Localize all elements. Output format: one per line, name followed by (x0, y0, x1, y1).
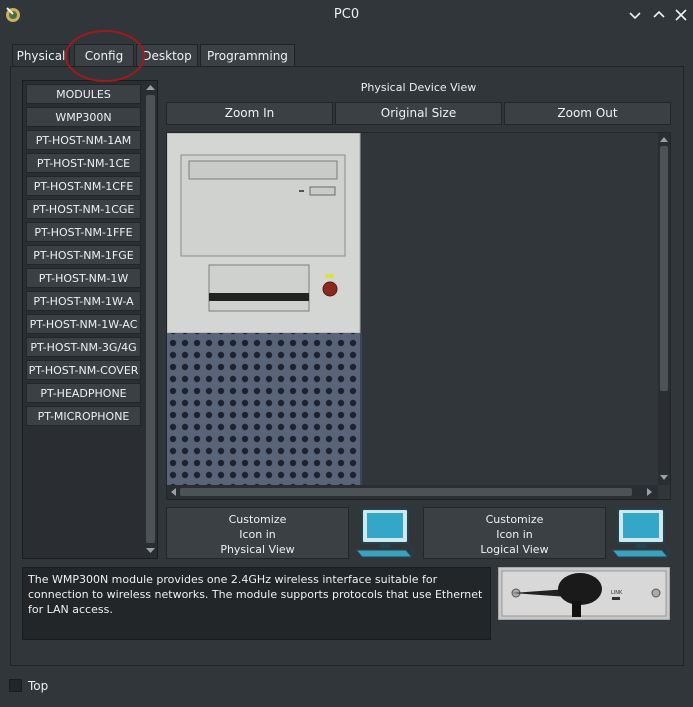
module-item[interactable]: MODULES (26, 84, 141, 104)
viewport-vscroll-thumb[interactable] (660, 146, 668, 391)
button-label-line: Customize (485, 513, 544, 526)
top-checkbox-label: Top (28, 679, 49, 693)
module-item[interactable]: PT-HOST-NM-1AM (26, 130, 141, 150)
module-list-scroll-thumb[interactable] (146, 95, 155, 543)
scroll-right-arrow-icon[interactable] (647, 488, 653, 496)
zoom-out-button[interactable]: Zoom Out (504, 102, 671, 125)
zoom-in-button[interactable]: Zoom In (166, 102, 333, 125)
pc-tower-image (167, 133, 362, 499)
module-item[interactable]: PT-MICROPHONE (26, 406, 141, 426)
module-item[interactable]: PT-HOST-NM-1CE (26, 153, 141, 173)
chevron-up-icon[interactable] (650, 6, 668, 24)
scroll-down-arrow-icon[interactable] (660, 475, 668, 481)
close-icon[interactable] (672, 6, 690, 24)
module-item[interactable]: PT-HOST-NM-1FGE (26, 245, 141, 265)
module-list-scrollbar[interactable] (144, 81, 157, 558)
module-item[interactable]: PT-HOST-NM-3G/4G (26, 337, 141, 357)
module-list: MODULES WMP300N PT-HOST-NM-1AM PT-HOST-N… (22, 80, 158, 559)
link-port-label: LINK (611, 590, 623, 596)
tab-programming[interactable]: Programming (200, 44, 295, 67)
tab-physical[interactable]: Physical (12, 44, 70, 68)
module-item[interactable]: PT-HOST-NM-1CGE (26, 199, 141, 219)
viewport-horizontal-scrollbar[interactable] (167, 485, 658, 499)
module-description: The WMP300N module provides one 2.4GHz w… (22, 567, 491, 640)
module-item[interactable]: PT-HEADPHONE (26, 383, 141, 403)
button-label-line: Icon in (239, 528, 276, 541)
chevron-down-icon[interactable] (626, 6, 644, 24)
pc-monitor-icon (610, 508, 670, 558)
physical-device-view-title: Physical Device View (360, 81, 477, 94)
button-label-line: Customize (228, 513, 287, 526)
module-item[interactable]: WMP300N (26, 107, 141, 127)
button-label-line: Icon in (496, 528, 533, 541)
scroll-left-arrow-icon[interactable] (170, 488, 176, 496)
device-viewport[interactable] (166, 132, 671, 500)
button-label-line: Physical View (220, 543, 295, 556)
scroll-down-arrow-icon[interactable] (146, 547, 155, 554)
module-item[interactable]: PT-HOST-NM-1FFE (26, 222, 141, 242)
button-label-line: Logical View (480, 543, 549, 556)
original-size-button[interactable]: Original Size (335, 102, 502, 125)
module-item[interactable]: PT-HOST-NM-1W (26, 268, 141, 288)
scroll-up-arrow-icon[interactable] (146, 84, 155, 91)
module-item[interactable]: PT-HOST-NM-1CFE (26, 176, 141, 196)
module-item[interactable]: PT-HOST-NM-1W-AC (26, 314, 141, 334)
wmp300n-module-image: LINK (498, 567, 670, 620)
window-title: PC0 (333, 7, 360, 22)
top-checkbox[interactable] (9, 679, 22, 692)
module-item[interactable]: PT-HOST-NM-COVER (26, 360, 141, 380)
viewport-vertical-scrollbar[interactable] (658, 133, 670, 485)
pc-monitor-icon (354, 508, 414, 558)
module-item[interactable]: PT-HOST-NM-1W-A (26, 291, 141, 311)
customize-logical-view-button[interactable]: Customize Icon in Logical View (423, 507, 606, 559)
scroll-up-arrow-icon[interactable] (660, 136, 668, 142)
title-bar: PC0 (0, 0, 693, 30)
customize-physical-view-button[interactable]: Customize Icon in Physical View (166, 507, 349, 559)
viewport-hscroll-thumb[interactable] (180, 488, 632, 496)
annotation-circle (65, 30, 145, 82)
